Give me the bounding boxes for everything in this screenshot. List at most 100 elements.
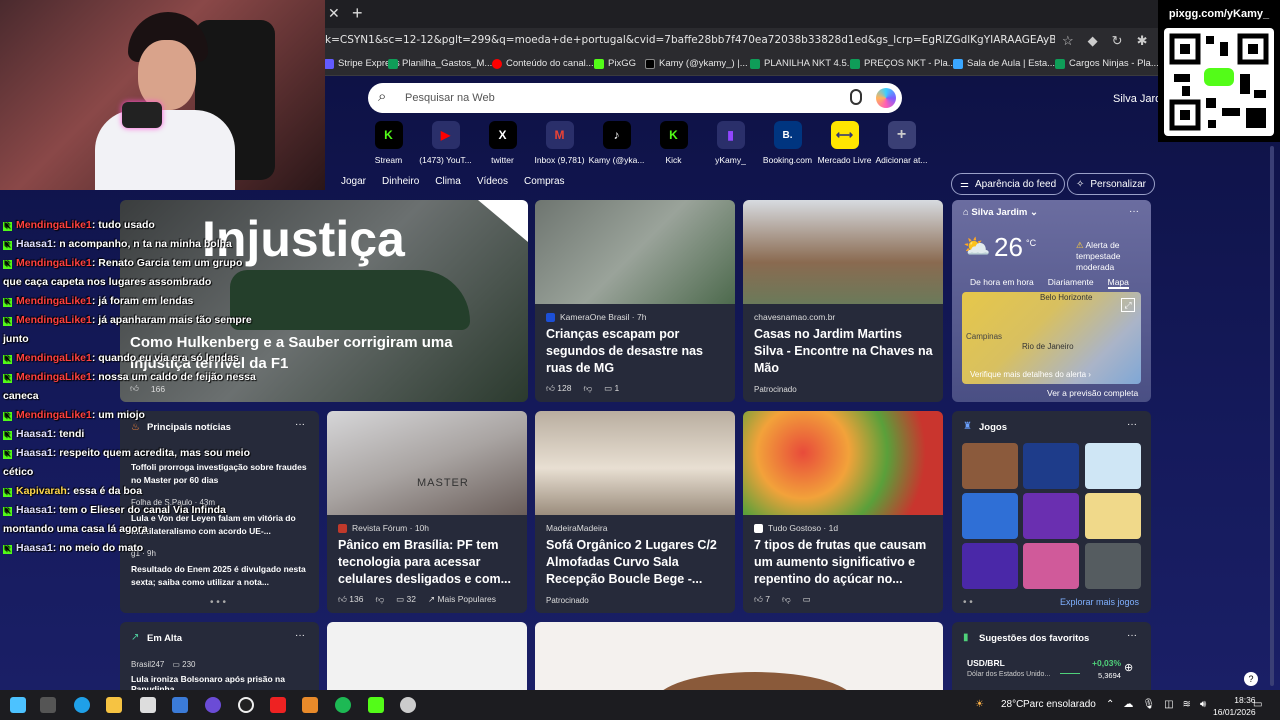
game-tile[interactable] (1085, 493, 1141, 539)
web-search-box[interactable]: ⌕ Pesquisar na Web (368, 83, 902, 113)
game-tile[interactable] (1085, 543, 1141, 589)
copilot-icon[interactable] (876, 88, 896, 108)
game-tile[interactable] (1023, 493, 1079, 539)
trending-headline[interactable]: Lula ironiza Bolsonaro após prisão na Pa… (131, 674, 309, 690)
add-icon[interactable]: ⊕ (1124, 661, 1133, 674)
discord-icon[interactable] (205, 697, 221, 713)
clock[interactable]: 18:36 16/01/2026 (1213, 694, 1256, 718)
nav-clima[interactable]: Clima (435, 176, 461, 187)
comment-icon[interactable]: ▭ (803, 594, 811, 605)
news-title[interactable]: Pânico em Brasília: PF tem tecnologia pa… (338, 537, 517, 588)
shortcut-tiktok[interactable]: ♪ Kamy (@yka... (588, 121, 645, 165)
tab-daily[interactable]: Diariamente (1048, 277, 1094, 289)
refresh-icon[interactable]: ↻ (1112, 33, 1123, 49)
notepad-icon[interactable] (140, 697, 156, 713)
news-card[interactable] (327, 622, 527, 690)
volume-icon[interactable]: 🔊︎ (1200, 699, 1206, 710)
news-card[interactable]: KameraOne Brasil · 7h Crianças escapam p… (535, 200, 735, 402)
personalize-button[interactable]: ✧ Personalizar (1067, 173, 1155, 195)
explore-games-link[interactable]: Explorar mais jogos (1060, 597, 1139, 607)
tab-hourly[interactable]: De hora em hora (970, 277, 1034, 289)
currency-pair[interactable]: USD/BRL (967, 658, 1005, 668)
map-alert-link[interactable]: Verifique mais detalhes do alerta › (970, 370, 1091, 379)
game-tile[interactable] (1023, 443, 1079, 489)
nav-jogar[interactable]: Jogar (341, 176, 366, 187)
shortcut-youtube[interactable]: ▶ (1473) YouT... (417, 121, 474, 165)
shortcut-stream[interactable]: K Stream (360, 121, 417, 165)
chevron-up-icon[interactable]: ⌃ (1106, 699, 1114, 710)
comment-icon[interactable]: ▭ 32 (396, 594, 416, 605)
notification-icon[interactable]: ▭ (1253, 699, 1262, 710)
dislike-icon[interactable]: 👎︎ (583, 383, 592, 394)
weather-alert[interactable]: ⚠ Alerta de tempestade moderada (1076, 240, 1148, 273)
more-options-icon[interactable]: ··· (1129, 206, 1139, 217)
more-options-icon[interactable]: ··· (1127, 419, 1137, 430)
weather-location[interactable]: ⌂ Silva Jardim ⌄ (963, 207, 1038, 218)
shortcut-twitter[interactable]: Xtwitter (474, 121, 531, 165)
favorite-item[interactable]: PREÇOS NKT - Pla... (850, 58, 956, 69)
taskbar-temperature[interactable]: 28°C (1001, 699, 1023, 710)
shortcut-inbox[interactable]: M Inbox (9,781) (531, 121, 588, 165)
full-forecast-link[interactable]: Ver a previsão completa (1047, 388, 1138, 398)
shortcut-booking[interactable]: B. Booking.com (759, 121, 816, 165)
favorite-item[interactable]: Cargos Ninjas - Pla... (1055, 58, 1159, 69)
nav-compras[interactable]: Compras (524, 176, 565, 187)
mail-icon[interactable] (172, 697, 188, 713)
like-icon[interactable]: 👍︎ 136 (338, 594, 363, 605)
more-options-icon[interactable]: ··· (295, 419, 305, 430)
favorite-item[interactable]: Kamy (@ykamy_) |... (645, 58, 748, 69)
nav-videos[interactable]: Vídeos (477, 176, 508, 187)
news-card[interactable]: MASTER Revista Fórum · 10h Pânico em Bra… (327, 411, 527, 613)
top-news-headline[interactable]: Resultado do Enem 2025 é divulgado nesta… (131, 563, 309, 589)
favorite-item[interactable]: PixGG (594, 58, 636, 69)
close-tab-icon[interactable]: ✕ (328, 5, 340, 22)
kick-icon[interactable] (368, 697, 384, 713)
url-text[interactable]: k=CSYN1&sc=12-12&pglt=299&q=moeda+de+por… (325, 34, 1055, 46)
ad-title[interactable]: Sofá Orgânico 2 Lugares C/2 Almofadas Cu… (546, 537, 725, 588)
dislike-icon[interactable]: 👎︎ (782, 594, 791, 605)
ad-card[interactable]: MadeiraMadeira Sofá Orgânico 2 Lugares C… (535, 411, 735, 613)
taskbar-weather-desc[interactable]: Parc ensolarado (1023, 699, 1096, 710)
favorite-item[interactable]: Conteúdo do canal... (492, 58, 594, 69)
shortcut-mercadolivre[interactable]: ⟷ Mercado Livre (816, 121, 873, 165)
dislike-icon[interactable]: 👎︎ (375, 594, 384, 605)
extension-icon[interactable]: ◆ (1088, 33, 1098, 49)
ad-title[interactable]: Casas no Jardim Martins Silva - Encontre… (754, 326, 933, 377)
more-options-icon[interactable]: ··· (295, 630, 305, 641)
like-icon[interactable]: 👍︎ 128 (546, 383, 571, 394)
pager-dots[interactable]: • • • (210, 597, 226, 608)
edge-icon[interactable] (74, 697, 90, 713)
scrollbar[interactable] (1270, 146, 1274, 686)
obs-icon[interactable] (238, 697, 254, 713)
game-tile[interactable] (1023, 543, 1079, 589)
comment-icon[interactable]: ▭ 1 (604, 383, 619, 394)
app-icon[interactable] (270, 697, 286, 713)
game-tile[interactable] (962, 443, 1018, 489)
feed-appearance-button[interactable]: ⚌ Aparência do feed (951, 173, 1066, 195)
top-news-headline[interactable]: Toffoli prorroga investigação sobre frau… (131, 461, 309, 487)
favorite-item[interactable]: PLANILHA NKT 4.5... (750, 58, 855, 69)
user-name[interactable]: Silva Jard (1113, 93, 1161, 105)
microphone-icon[interactable] (850, 89, 862, 105)
like-icon[interactable]: 👍︎ 7 (754, 594, 770, 605)
shortcut-kick[interactable]: K Kick (645, 121, 702, 165)
spotify-icon[interactable] (335, 697, 351, 713)
weather-widget[interactable]: ⌂ Silva Jardim ⌄ ··· ⛅ 26 °C ⚠ Alerta de… (952, 200, 1151, 402)
weather-map[interactable]: Belo Horizonte Campinas Rio de Janeiro ⤢… (962, 292, 1141, 384)
news-card[interactable] (535, 622, 943, 690)
pager-dots[interactable]: • • (963, 597, 973, 608)
app-icon[interactable] (302, 697, 318, 713)
shortcut-twitch[interactable]: ▮ yKamy_ (702, 121, 759, 165)
favorite-item[interactable]: Planilha_Gastos_M... (388, 58, 492, 69)
game-tile[interactable] (962, 493, 1018, 539)
network-icon[interactable]: ◫ (1164, 699, 1173, 710)
weather-icon[interactable]: ☀ (975, 699, 984, 710)
cloud-icon[interactable]: ☁ (1123, 699, 1133, 710)
news-title[interactable]: Crianças escapam por segundos de desastr… (546, 326, 725, 377)
app-icon[interactable] (400, 697, 416, 713)
game-tile[interactable] (962, 543, 1018, 589)
news-card[interactable]: Tudo Gostoso · 1d 7 tipos de frutas que … (743, 411, 943, 613)
help-icon[interactable]: ? (1244, 672, 1258, 686)
file-explorer-icon[interactable] (106, 697, 122, 713)
ad-card[interactable]: chavesnamao.com.br Casas no Jardim Marti… (743, 200, 943, 402)
